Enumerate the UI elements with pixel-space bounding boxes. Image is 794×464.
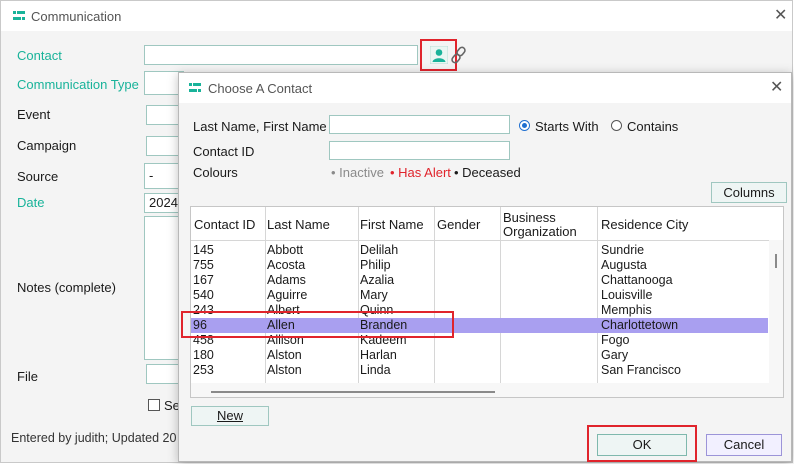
cell-last: Alston <box>267 348 302 362</box>
cell-first: Linda <box>360 363 391 377</box>
contact-label: Contact <box>17 48 62 63</box>
campaign-field[interactable] <box>146 136 182 156</box>
cell-city: Memphis <box>601 303 652 317</box>
event-label: Event <box>17 107 51 122</box>
header-last-name[interactable]: Last Name <box>267 218 330 232</box>
source-label: Source <box>17 169 59 184</box>
header-residence-city[interactable]: Residence City <box>601 218 688 232</box>
contains-label: Contains <box>627 119 679 134</box>
cell-city: Louisville <box>601 288 653 302</box>
cell-id: 167 <box>193 273 214 287</box>
link-icon[interactable] <box>449 45 469 65</box>
dialog-titlebar: Choose A Contact ✕ <box>179 73 791 103</box>
cell-id: 145 <box>193 243 214 257</box>
cell-id: 755 <box>193 258 214 272</box>
cell-id: 253 <box>193 363 214 377</box>
table-row[interactable]: 253 Alston Linda San Francisco <box>191 363 769 378</box>
cell-city: San Francisco <box>601 363 681 377</box>
cell-first: Harlan <box>360 348 397 362</box>
dialog-logo-icon <box>189 83 201 92</box>
person-picker-icon[interactable] <box>430 46 448 64</box>
cell-city: Fogo <box>601 333 630 347</box>
cell-first: Mary <box>360 288 388 302</box>
main-window-title: Communication <box>31 9 122 24</box>
cell-last: Aguirre <box>267 288 308 302</box>
table-row[interactable]: 540 Aguirre Mary Louisville <box>191 288 769 303</box>
legend-has-alert: • Has Alert <box>390 165 451 180</box>
notes-label: Notes (complete) <box>17 280 116 295</box>
dialog-title: Choose A Contact <box>208 81 313 96</box>
cell-city: Augusta <box>601 258 647 272</box>
legend-inactive: • Inactive <box>331 165 384 180</box>
cell-last: Acosta <box>267 258 306 272</box>
cell-city: Sundrie <box>601 243 645 257</box>
table-row[interactable]: 180 Alston Harlan Gary <box>191 348 769 363</box>
table-row[interactable]: 167 Adams Azalia Chattanooga <box>191 273 769 288</box>
horizontal-scroll-thumb[interactable] <box>211 391 495 393</box>
dialog-close-icon[interactable]: ✕ <box>770 80 783 96</box>
contains-radio[interactable] <box>611 120 622 131</box>
app-logo-icon <box>13 11 25 20</box>
contact-id-input[interactable] <box>329 141 510 160</box>
new-button[interactable]: New <box>191 406 269 426</box>
starts-with-radio[interactable] <box>519 120 530 131</box>
selected-row-annotation <box>181 311 454 338</box>
cell-city: Gary <box>601 348 629 362</box>
cell-id: 180 <box>193 348 214 362</box>
contact-id-label: Contact ID <box>193 144 255 159</box>
contact-field[interactable] <box>144 45 418 65</box>
colours-label: Colours <box>193 165 238 180</box>
cell-last: Adams <box>267 273 306 287</box>
starts-with-label: Starts With <box>535 119 599 134</box>
name-search-label: Last Name, First Name <box>193 119 327 134</box>
header-business-organization[interactable]: Business Organization <box>503 211 577 239</box>
cell-id: 540 <box>193 288 214 302</box>
comm-type-label: Communication Type <box>17 77 139 92</box>
header-divider <box>191 240 769 241</box>
vertical-scrollbar[interactable] <box>769 240 783 383</box>
legend-deceased: • Deceased <box>454 165 521 180</box>
main-titlebar: Communication ✕ <box>1 1 792 31</box>
cell-first: Delilah <box>360 243 399 257</box>
cell-last: Alston <box>267 363 302 377</box>
horizontal-scrollbar[interactable] <box>191 383 783 397</box>
header-gender[interactable]: Gender <box>437 218 480 232</box>
date-label: Date <box>17 195 45 210</box>
cell-first: Azalia <box>360 273 395 287</box>
table-row[interactable]: 755 Acosta Philip Augusta <box>191 258 769 273</box>
file-field[interactable] <box>146 364 182 384</box>
table-row[interactable]: 145 Abbott Delilah Sundrie <box>191 243 769 258</box>
vertical-scroll-thumb[interactable] <box>775 254 777 268</box>
cell-last: Abbott <box>267 243 304 257</box>
header-first-name[interactable]: First Name <box>360 218 424 232</box>
cell-first: Philip <box>360 258 391 272</box>
name-search-input[interactable] <box>329 115 510 134</box>
columns-button[interactable]: Columns <box>711 182 787 203</box>
file-label: File <box>17 369 38 384</box>
campaign-label: Campaign <box>17 138 77 153</box>
ok-button-highlight <box>587 425 697 462</box>
cell-city: Charlottetown <box>601 318 679 332</box>
main-close-icon[interactable]: ✕ <box>774 8 787 24</box>
event-field[interactable] <box>146 105 182 125</box>
contacts-grid: Contact ID Last Name First Name Gender B… <box>190 206 784 398</box>
checkbox[interactable] <box>148 399 160 411</box>
cell-city: Chattanooga <box>601 273 673 287</box>
header-contact-id[interactable]: Contact ID <box>194 218 255 232</box>
cancel-button[interactable]: Cancel <box>706 434 782 456</box>
footer-status: Entered by judith; Updated 20 <box>11 431 177 445</box>
